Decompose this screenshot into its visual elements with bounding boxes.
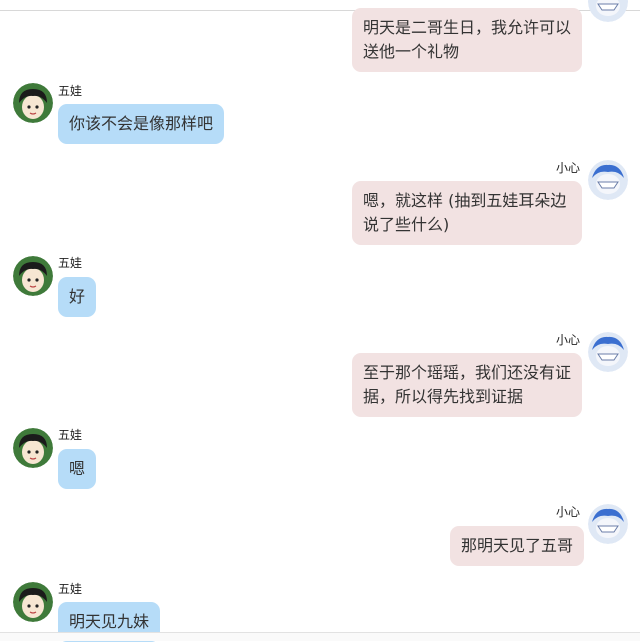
message-bubble-right: 明天是二哥生日，我允许可以送他一个礼物 <box>352 8 582 72</box>
avatar-xiaoxin[interactable] <box>588 0 628 22</box>
sender-name-wuwa: 五娃 <box>58 256 83 270</box>
message-bubble-left: 好 <box>58 277 97 317</box>
sender-name-wuwa: 五娃 <box>58 428 83 442</box>
avatar-wuwa[interactable] <box>13 582 53 622</box>
avatar-xiaoxin[interactable] <box>588 332 628 372</box>
message-bubble-left: 嗯 <box>58 449 97 489</box>
avatar-wuwa[interactable] <box>13 256 53 296</box>
avatar-xiaoxin[interactable] <box>588 160 628 200</box>
message-bubble-right: 至于那个瑶瑶，我们还没有证据，所以得先找到证据 <box>352 353 582 417</box>
avatar-wuwa[interactable] <box>13 428 53 468</box>
avatar-xiaoxin[interactable] <box>588 504 628 544</box>
sender-name-xiaoxin: 小心 <box>556 505 581 519</box>
sender-name-wuwa: 五娃 <box>58 84 83 98</box>
message-bubble-right: 嗯，就这样 (抽到五娃耳朵边说了些什么) <box>352 181 582 245</box>
message-bubble-left: 你该不会是像那样吧 <box>58 104 225 144</box>
message-bubble-right: 那明天见了五哥 <box>450 526 585 566</box>
sender-name-xiaoxin: 小心 <box>556 161 581 175</box>
sender-name-xiaoxin: 小心 <box>556 333 581 347</box>
avatar-wuwa[interactable] <box>13 83 53 123</box>
sender-name-wuwa: 五娃 <box>58 582 83 596</box>
